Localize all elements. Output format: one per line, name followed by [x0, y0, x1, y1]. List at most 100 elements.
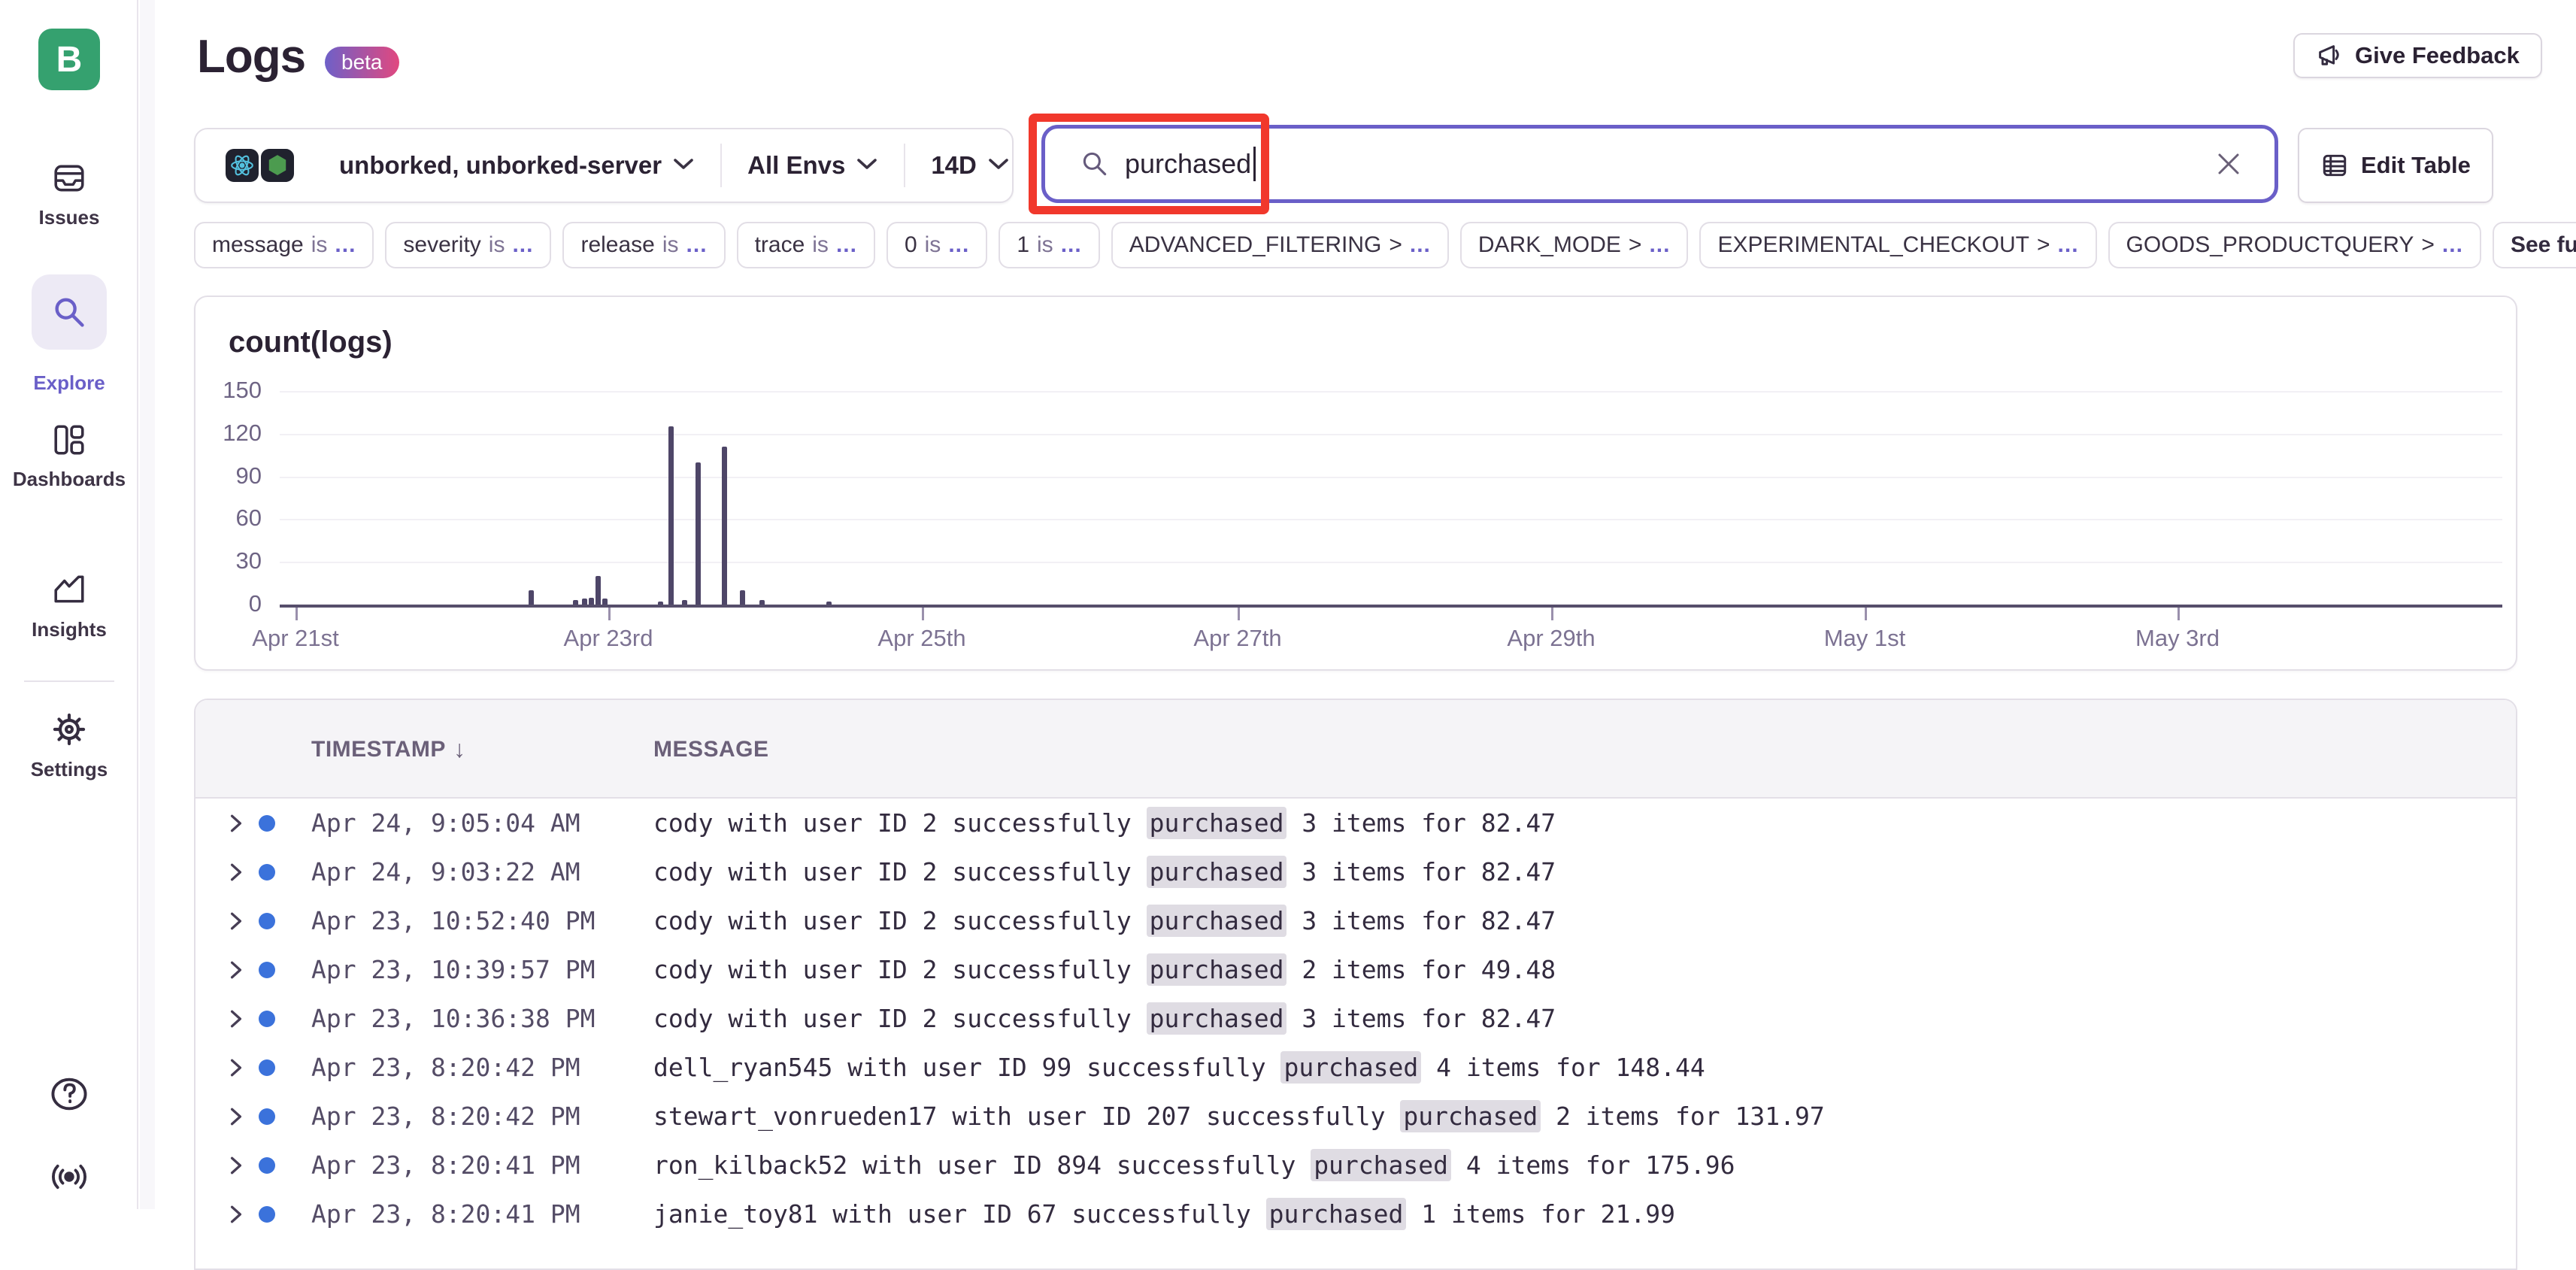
y-axis-tick-label: 150 [200, 377, 262, 404]
chart-bar[interactable] [696, 462, 701, 605]
sidebar-item-dashboards[interactable]: Dashboards [0, 423, 138, 491]
log-message: janie_toy81 with user ID 67 successfully… [653, 1190, 1675, 1238]
chart-title: count(logs) [229, 326, 392, 359]
chart-bar[interactable] [740, 590, 745, 605]
x-axis-tick [1865, 608, 1867, 620]
filter-chip-advanced_filtering[interactable]: ADVANCED_FILTERING>... [1111, 222, 1449, 268]
chart-gridline [280, 477, 2502, 478]
x-axis-tick-label: Apr 29th [1507, 625, 1595, 652]
severity-dot [259, 1011, 275, 1027]
severity-dot [259, 1157, 275, 1174]
chart-bar[interactable] [602, 599, 608, 605]
org-avatar-letter: B [56, 39, 83, 80]
date-range-selector[interactable]: 14D [931, 151, 977, 180]
y-axis-tick-label: 0 [200, 590, 262, 617]
expand-chevron-icon[interactable] [227, 1058, 245, 1078]
filter-chip-trace[interactable]: traceis... [737, 222, 875, 268]
filter-chip-0[interactable]: 0is... [886, 222, 987, 268]
logs-search-input[interactable]: purchased [1041, 125, 2278, 203]
expand-chevron-icon[interactable] [227, 814, 245, 833]
filter-chip-severity[interactable]: severityis... [385, 222, 551, 268]
log-message-match: purchased [1400, 1100, 1541, 1132]
environment-selector[interactable]: All Envs [747, 151, 845, 180]
help-button[interactable] [0, 1075, 138, 1113]
sidebar-item-insights[interactable]: Insights [0, 573, 138, 641]
megaphone-icon [2316, 42, 2343, 69]
expand-chevron-icon[interactable] [227, 960, 245, 980]
chart-bar[interactable] [596, 576, 601, 605]
table-row[interactable]: Apr 23, 8:20:41 PM janie_toy81 with user… [195, 1190, 2516, 1238]
sidebar-item-explore-label[interactable]: Explore [0, 361, 138, 395]
log-message-after: 1 items for 21.99 [1406, 1199, 1675, 1229]
log-message-match: purchased [1311, 1149, 1451, 1181]
divider [720, 144, 722, 187]
table-row[interactable]: Apr 24, 9:05:04 AM cody with user ID 2 s… [195, 799, 2516, 847]
divider [904, 144, 905, 187]
filter-chip-dark_mode[interactable]: DARK_MODE>... [1460, 222, 1689, 268]
issues-icon [0, 161, 138, 196]
chart-bar[interactable] [529, 590, 534, 605]
search-icon [51, 294, 87, 330]
project-selector[interactable]: unborked, unborked-server [339, 151, 662, 180]
column-header-message[interactable]: MESSAGE [653, 700, 769, 799]
table-row[interactable]: Apr 23, 10:36:38 PM cody with user ID 2 … [195, 994, 2516, 1043]
give-feedback-button[interactable]: Give Feedback [2293, 33, 2542, 78]
x-axis-tick-label: Apr 25th [877, 625, 965, 652]
table-row[interactable]: Apr 23, 8:20:42 PM dell_ryan545 with use… [195, 1043, 2516, 1092]
chart-bar[interactable] [589, 598, 594, 605]
column-header-timestamp[interactable]: TIMESTAMP ↓ [311, 700, 465, 799]
x-axis-tick [608, 608, 611, 620]
sidebar-item-explore[interactable] [32, 274, 107, 350]
expand-chevron-icon[interactable] [227, 1009, 245, 1029]
filter-chip-goods_productquery[interactable]: GOODS_PRODUCTQUERY>... [2108, 222, 2481, 268]
log-message: stewart_vonrueden17 with user ID 207 suc… [653, 1092, 1825, 1141]
table-row[interactable]: Apr 23, 10:52:40 PM cody with user ID 2 … [195, 896, 2516, 945]
status-button[interactable] [0, 1158, 138, 1196]
page-filter-bar: unborked, unborked-server All Envs 14D [194, 128, 1014, 203]
chart-plot-area[interactable] [280, 391, 2502, 608]
expand-chevron-icon[interactable] [227, 1156, 245, 1175]
log-message-before: cody with user ID 2 successfully [653, 857, 1147, 887]
table-row[interactable]: Apr 23, 8:20:41 PM ron_kilback52 with us… [195, 1141, 2516, 1190]
sidebar-item-settings[interactable]: Settings [0, 711, 138, 781]
sidebar-item-issues[interactable]: Issues [0, 161, 138, 229]
clear-search-icon[interactable] [2213, 148, 2244, 180]
chart-bar[interactable] [668, 426, 674, 605]
severity-dot [259, 1059, 275, 1076]
log-message-before: dell_ryan545 with user ID 99 successfull… [653, 1053, 1280, 1082]
severity-dot [259, 1108, 275, 1125]
sidebar-divider [24, 680, 114, 682]
log-timestamp: Apr 23, 10:39:57 PM [311, 945, 596, 994]
severity-dot [259, 913, 275, 929]
filter-chip-release[interactable]: releaseis... [562, 222, 725, 268]
filter-chip-message[interactable]: messageis... [194, 222, 374, 268]
table-row[interactable]: Apr 23, 8:20:42 PM stewart_vonrueden17 w… [195, 1092, 2516, 1141]
x-axis-tick [1238, 608, 1240, 620]
chevron-down-icon [987, 156, 1010, 175]
edit-table-button[interactable]: Edit Table [2298, 128, 2493, 203]
expand-chevron-icon[interactable] [227, 862, 245, 882]
expand-chevron-icon[interactable] [227, 911, 245, 931]
x-axis-tick-label: Apr 27th [1193, 625, 1281, 652]
chart-x-axis-line [280, 605, 2502, 608]
expand-chevron-icon[interactable] [227, 1107, 245, 1126]
severity-dot [259, 962, 275, 978]
search-icon [1080, 149, 1110, 179]
org-avatar[interactable]: B [38, 29, 100, 90]
table-row[interactable]: Apr 24, 9:03:22 AM cody with user ID 2 s… [195, 847, 2516, 896]
log-message: cody with user ID 2 successfully purchas… [653, 945, 1556, 994]
dashboards-icon [0, 423, 138, 457]
x-axis-tick-label: May 3rd [2135, 625, 2220, 652]
chart-bar[interactable] [582, 599, 587, 605]
filter-chip-1[interactable]: 1is... [999, 222, 1099, 268]
logs-table: TIMESTAMP ↓ MESSAGE Apr 24, 9:05:04 AM c… [194, 699, 2517, 1270]
table-row[interactable]: Apr 23, 10:39:57 PM cody with user ID 2 … [195, 945, 2516, 994]
chart-gridline [280, 562, 2502, 563]
filter-chips-row: messageis...severityis...releaseis... tra… [194, 222, 2576, 268]
log-message: dell_ryan545 with user ID 99 successfull… [653, 1043, 1705, 1092]
expand-chevron-icon[interactable] [227, 1205, 245, 1224]
see-full-list-chip[interactable]: See full list [2493, 222, 2576, 268]
chart-bar[interactable] [722, 447, 727, 605]
sidebar-item-label: Settings [0, 758, 138, 781]
filter-chip-experimental_checkout[interactable]: EXPERIMENTAL_CHECKOUT>... [1699, 222, 2096, 268]
